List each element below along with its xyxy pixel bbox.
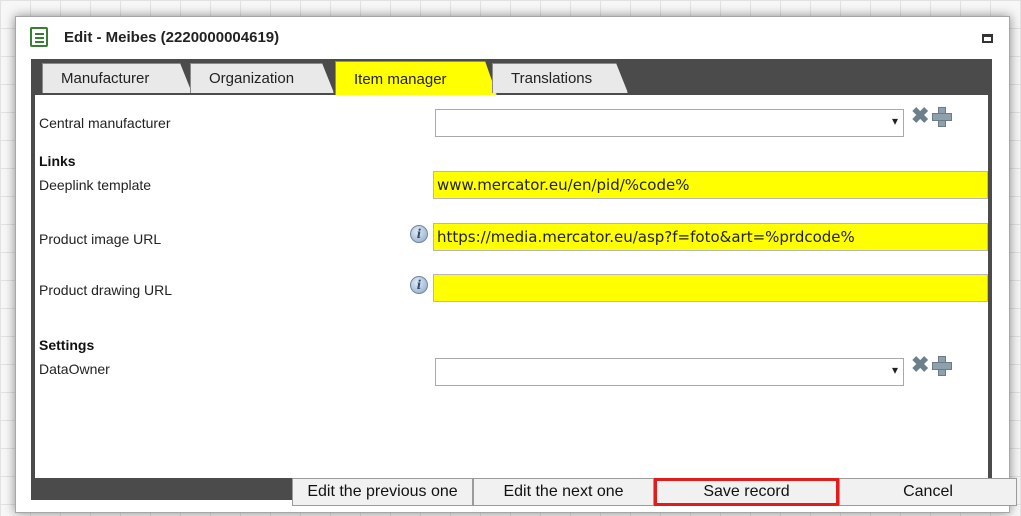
info-icon[interactable]: i bbox=[410, 225, 428, 243]
dialog-titlebar: Edit - Meibes (2220000004619) bbox=[16, 17, 1009, 59]
tab-manufacturer[interactable]: Manufacturer bbox=[42, 63, 192, 93]
info-icon[interactable]: i bbox=[410, 276, 428, 294]
edit-next-button[interactable]: Edit the next one bbox=[473, 478, 654, 506]
edit-dialog: Edit - Meibes (2220000004619) Manufactur… bbox=[15, 16, 1017, 513]
settings-heading: Settings bbox=[39, 337, 95, 353]
tab-content: Central manufacturer ▾ ✖ Links Deeplink … bbox=[35, 95, 988, 478]
product-drawing-url-label: Product drawing URL bbox=[39, 282, 173, 298]
product-image-url-input[interactable]: https://media.mercator.eu/asp?f=foto&art… bbox=[433, 223, 988, 251]
tab-organization[interactable]: Organization bbox=[190, 63, 334, 93]
dataowner-select[interactable]: ▾ bbox=[435, 358, 904, 386]
dataowner-label: DataOwner bbox=[39, 361, 110, 377]
links-heading: Links bbox=[39, 153, 76, 169]
cancel-button[interactable]: Cancel bbox=[839, 478, 1017, 506]
central-manufacturer-label: Central manufacturer bbox=[39, 115, 171, 131]
clear-icon[interactable]: ✖ bbox=[911, 354, 929, 376]
add-icon[interactable] bbox=[932, 356, 952, 376]
form-icon bbox=[30, 27, 48, 47]
chevron-down-icon: ▾ bbox=[891, 114, 898, 128]
deeplink-template-label: Deeplink template bbox=[39, 177, 152, 193]
maximize-button[interactable] bbox=[982, 34, 993, 43]
tab-strip: Manufacturer Organization Item manager T… bbox=[31, 59, 992, 95]
dialog-frame: Manufacturer Organization Item manager T… bbox=[31, 59, 1017, 506]
product-image-url-label: Product image URL bbox=[39, 231, 162, 247]
dialog-footer: Edit the previous one Edit the next one … bbox=[31, 478, 1017, 506]
add-icon[interactable] bbox=[932, 107, 952, 127]
product-drawing-url-input[interactable] bbox=[433, 274, 988, 302]
tab-translations[interactable]: Translations bbox=[492, 63, 628, 93]
save-record-button[interactable]: Save record bbox=[654, 478, 839, 506]
dialog-title: Edit - Meibes (2220000004619) bbox=[64, 29, 280, 46]
tab-item-manager[interactable]: Item manager bbox=[335, 61, 497, 95]
chevron-down-icon: ▾ bbox=[891, 363, 898, 377]
edit-previous-button[interactable]: Edit the previous one bbox=[292, 478, 473, 506]
central-manufacturer-select[interactable]: ▾ bbox=[435, 109, 904, 137]
deeplink-template-input[interactable]: www.mercator.eu/en/pid/%code% bbox=[433, 171, 988, 199]
clear-icon[interactable]: ✖ bbox=[911, 105, 929, 127]
